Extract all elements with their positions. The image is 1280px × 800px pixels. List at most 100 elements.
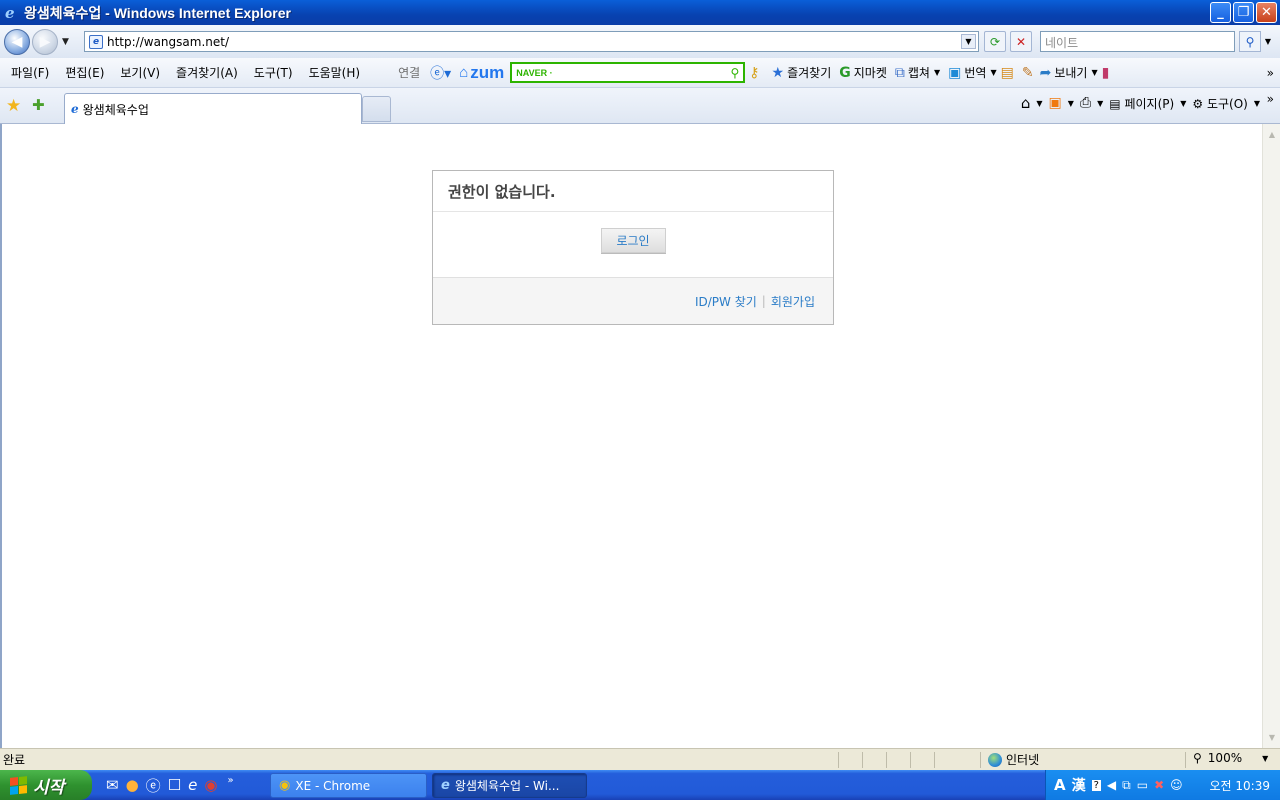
tab-wangsam[interactable]: e 왕샘체육수업: [64, 93, 362, 124]
zoom-control[interactable]: ⚲ 100% ▼: [1193, 751, 1268, 765]
network-icon[interactable]: ⧉: [1122, 778, 1131, 793]
maximize-button[interactable]: ❐: [1233, 2, 1254, 23]
taskbar: 시작 ✉ ● ⓔ ☐ e ◉ » ◉ XE - Chrome e 왕샘체육수업 …: [0, 770, 1280, 800]
globe-icon: [988, 752, 1002, 767]
page-favicon-icon: e: [71, 102, 79, 116]
quick-launch-more-icon[interactable]: »: [227, 775, 233, 786]
zoom-icon: ⚲: [1193, 751, 1202, 765]
send-button[interactable]: ➦ 보내기 ▼: [1040, 64, 1098, 81]
capture-icon: ⧉: [894, 64, 905, 81]
web-content: 권한이 없습니다. 로그인 ID/PW 찾기 | 회원가입: [0, 124, 1262, 748]
security-icon[interactable]: ✖: [1154, 778, 1164, 792]
links-label: 연결: [398, 66, 421, 80]
star-icon: ★: [771, 64, 785, 81]
task-internet-explorer[interactable]: e 왕샘체육수업 - Wi...: [432, 773, 587, 798]
page-icon: e: [89, 34, 103, 49]
add-favorite-icon[interactable]: ✚: [32, 96, 45, 114]
find-idpw-link[interactable]: ID/PW 찾기: [695, 293, 757, 310]
permission-heading: 권한이 없습니다.: [433, 171, 833, 212]
ie-links-icon[interactable]: ⓔ▾: [430, 63, 451, 83]
broom-icon[interactable]: ✎: [1022, 65, 1034, 81]
search-options-icon[interactable]: ▼: [1262, 31, 1274, 52]
login-button[interactable]: 로그인: [600, 228, 666, 253]
system-tray: A 漢 ? ◀ ⧉ ▭ ✖ ☺ 오전 10:39: [1045, 770, 1280, 800]
print-icon[interactable]: ⎙: [1080, 95, 1091, 111]
naver-search-input[interactable]: NAVER · ⚲: [510, 62, 746, 83]
title-bar[interactable]: e 왕샘체육수업 - Windows Internet Explorer _ ❐…: [0, 0, 1280, 25]
translate-button[interactable]: ▣ 번역 ▼: [948, 64, 996, 81]
menu-tools[interactable]: 도구(T): [246, 64, 301, 81]
favorites-button[interactable]: ★ 즐겨찾기: [772, 64, 832, 81]
url-text: http://wangsam.net/: [107, 34, 229, 49]
stop-button[interactable]: ✕: [1010, 31, 1032, 52]
tab-title: 왕샘체육수업: [82, 102, 149, 117]
address-dropdown-icon[interactable]: ▼: [961, 34, 976, 49]
scroll-down-icon[interactable]: ▼: [1264, 729, 1280, 746]
security-zone[interactable]: 인터넷: [988, 751, 1039, 768]
command-bar: ⌂ ▼ ▣ ▼ ⎙ ▼ ▤ 페이지(P) ▼ ⚙ 도구(O) ▼: [1020, 94, 1260, 112]
key-icon[interactable]: ⚷: [749, 65, 759, 81]
commandbar-more-icon[interactable]: »: [1267, 92, 1274, 106]
search-input[interactable]: 네이트: [1040, 31, 1235, 52]
media-icon[interactable]: ●: [126, 776, 139, 794]
gmarket-button[interactable]: G 지마켓: [839, 64, 887, 81]
note-icon[interactable]: ▤: [1001, 65, 1014, 81]
page-menu[interactable]: ▤ 페이지(P): [1109, 95, 1174, 112]
menu-help[interactable]: 도움말(H): [301, 64, 369, 81]
permission-denied-box: 권한이 없습니다. 로그인 ID/PW 찾기 | 회원가입: [432, 170, 834, 325]
rss-feed-icon[interactable]: ▣: [1049, 95, 1062, 111]
chrome-quick-icon[interactable]: ◉: [204, 776, 217, 794]
chrome-icon: ◉: [279, 778, 291, 793]
window-title: 왕샘체육수업 - Windows Internet Explorer: [24, 4, 291, 21]
menu-bar: 파일(F) 편집(E) 보기(V) 즐겨찾기(A) 도구(T) 도움말(H) 연…: [0, 58, 1280, 88]
forward-button[interactable]: ▶: [32, 28, 58, 55]
show-hidden-icons[interactable]: ◀: [1107, 778, 1116, 792]
zum-button[interactable]: ⌂ zum: [459, 63, 504, 83]
menu-file[interactable]: 파일(F): [3, 64, 57, 81]
new-tab-button[interactable]: [362, 96, 391, 122]
home-icon[interactable]: ⌂: [1021, 94, 1031, 112]
close-button[interactable]: ✕: [1256, 2, 1277, 23]
task-chrome[interactable]: ◉ XE - Chrome: [270, 773, 427, 798]
ime-icon[interactable]: A: [1054, 776, 1066, 794]
search-button[interactable]: ⚲: [1239, 31, 1261, 52]
ie-launch-icon[interactable]: e: [188, 776, 197, 794]
back-button[interactable]: ◀: [4, 28, 30, 55]
capture-button[interactable]: ⧉ 캡쳐 ▼: [895, 64, 940, 81]
book-icon[interactable]: ▮: [1102, 65, 1110, 81]
monitor-icon[interactable]: ▭: [1137, 778, 1148, 792]
home-icon: ⌂: [459, 64, 469, 81]
gmarket-icon: G: [839, 64, 851, 81]
clock: 오전 10:39: [1209, 778, 1270, 793]
refresh-button[interactable]: ⟳: [984, 31, 1006, 52]
favorites-center-icon[interactable]: ★: [6, 96, 21, 116]
history-dropdown-icon[interactable]: ▼: [62, 37, 69, 47]
quick-launch: ✉ ● ⓔ ☐ e ◉: [106, 775, 217, 796]
naver-search-icon[interactable]: ⚲: [730, 66, 739, 80]
windows-logo-icon: [10, 775, 27, 795]
svg-text:e: e: [5, 5, 15, 21]
menu-favorites[interactable]: 즐겨찾기(A): [168, 64, 246, 81]
address-input[interactable]: e http://wangsam.net/ ▼: [84, 31, 979, 52]
page-icon: ▤: [1109, 96, 1121, 111]
hanja-icon[interactable]: 漢: [1072, 775, 1086, 795]
internet-explorer-icon: e: [4, 4, 20, 22]
volume-icon[interactable]: ☺: [1170, 778, 1183, 792]
tab-bar: ★ ✚ e 왕샘체육수업 ⌂ ▼ ▣ ▼ ⎙ ▼ ▤ 페이지(P) ▼ ⚙ 도구(O) ▼…: [0, 88, 1280, 124]
toolbar-more-icon[interactable]: »: [1267, 66, 1274, 80]
menu-edit[interactable]: 편집(E): [57, 64, 112, 81]
outlook-icon[interactable]: ✉: [106, 776, 119, 794]
translate-icon: ▣: [948, 64, 962, 81]
start-button[interactable]: 시작: [0, 770, 92, 800]
signup-link[interactable]: 회원가입: [771, 293, 815, 310]
help-icon[interactable]: ?: [1091, 779, 1101, 791]
arrow-icon: ➦: [1039, 64, 1052, 81]
minimize-button[interactable]: _: [1210, 2, 1231, 23]
scroll-up-icon[interactable]: ▲: [1264, 126, 1280, 143]
messenger-icon[interactable]: ☐: [168, 776, 181, 794]
tools-menu[interactable]: ⚙ 도구(O): [1192, 95, 1247, 112]
vertical-scrollbar[interactable]: ▲ ▼: [1262, 124, 1280, 748]
ie-quick-icon[interactable]: ⓔ: [146, 775, 161, 796]
menu-view[interactable]: 보기(V): [112, 64, 168, 81]
status-bar: 완료 인터넷 ⚲ 100% ▼: [0, 748, 1280, 770]
